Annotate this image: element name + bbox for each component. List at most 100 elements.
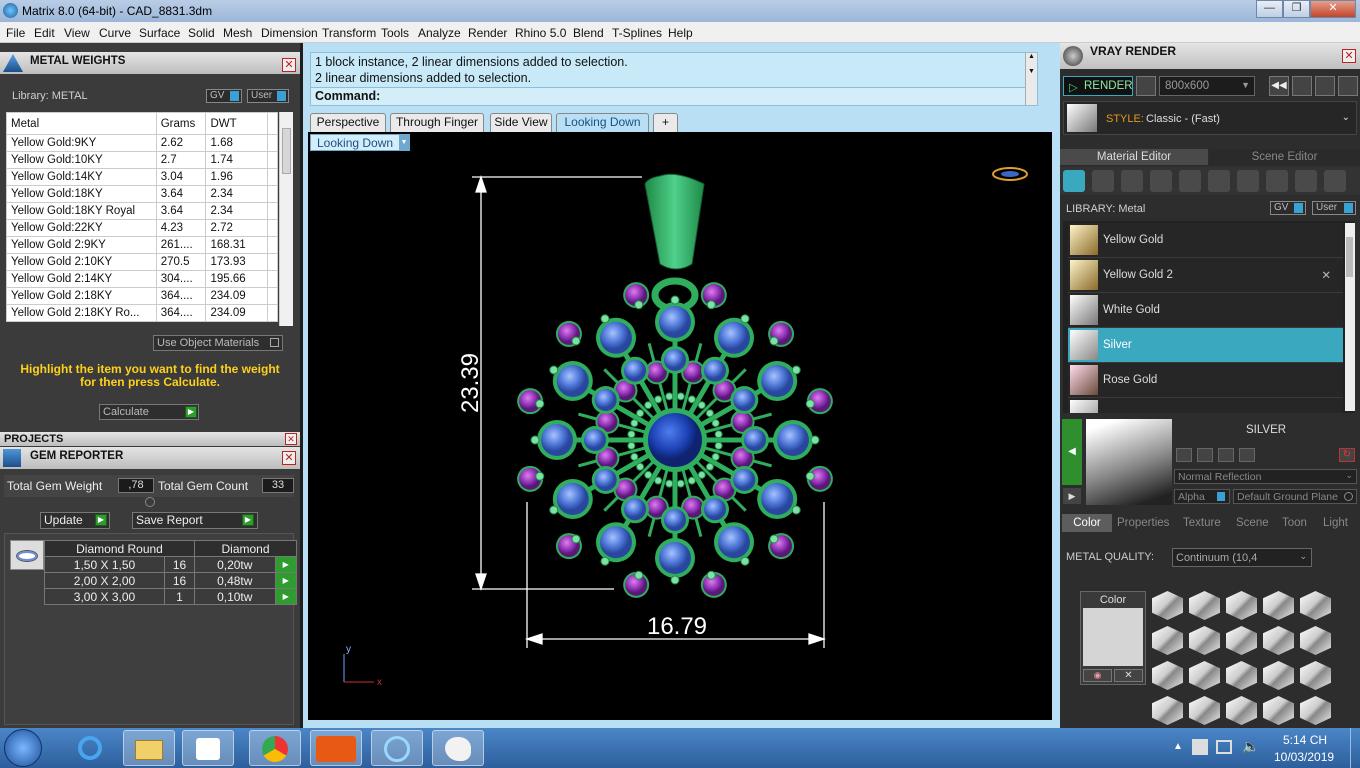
texture-icon[interactable] — [1237, 170, 1259, 192]
table-row[interactable]: Yellow Gold:14KY 3.04 1.96 — [6, 168, 278, 186]
tab-color[interactable]: Color — [1062, 514, 1112, 532]
material-silver[interactable]: Silver — [1068, 328, 1343, 363]
gem-row[interactable]: 1,50 X 1,50 16 0,20tw ▶ — [44, 556, 298, 573]
finish-swatch[interactable] — [1152, 661, 1183, 690]
tab-toon[interactable]: Toon — [1282, 514, 1307, 532]
rewind-icon[interactable]: ◀◀ — [1269, 76, 1289, 96]
menu-render[interactable]: Render — [468, 26, 507, 40]
gem-row[interactable]: 2,00 X 2,00 16 0,48tw ▶ — [44, 572, 298, 589]
gv-toggle[interactable]: GV — [206, 89, 242, 103]
menu-transform[interactable]: Transform — [322, 26, 376, 40]
collapse-preview-button[interactable]: ◀ — [1062, 419, 1082, 485]
tab-texture[interactable]: Texture — [1183, 514, 1221, 532]
finish-swatch[interactable] — [1300, 661, 1331, 690]
color-swatch[interactable] — [1083, 608, 1143, 666]
matrix-icon[interactable] — [371, 730, 423, 766]
style-select[interactable]: STYLE: Classic - (Fast) ⌄ — [1063, 101, 1357, 135]
material-yellow-gold[interactable]: Yellow Gold — [1068, 223, 1343, 258]
finish-swatch[interactable] — [1226, 591, 1257, 620]
gem-row-arrow-icon[interactable]: ▶ — [274, 556, 298, 573]
gem-icon[interactable] — [1092, 170, 1114, 192]
tab-side-view[interactable]: Side View — [490, 113, 552, 132]
table-row[interactable]: Yellow Gold:22KY 4.23 2.72 — [6, 219, 278, 237]
minimize-button[interactable]: — — [1256, 0, 1283, 18]
ie-icon[interactable] — [64, 730, 116, 766]
tenda-icon[interactable] — [310, 730, 362, 766]
material-rose-gold[interactable]: Rose Gold — [1068, 363, 1343, 398]
chrome-icon[interactable] — [249, 730, 301, 766]
clock-date[interactable]: 10/03/2019 — [1274, 750, 1334, 764]
calculate-button[interactable]: Calculate — [99, 404, 199, 420]
material-white-gold[interactable]: White Gold — [1068, 293, 1343, 328]
close-projects-icon[interactable]: ✕ — [285, 433, 297, 445]
col-metal[interactable]: Metal — [6, 112, 157, 135]
finish-swatch[interactable] — [1263, 591, 1294, 620]
close-button[interactable]: ✕ — [1310, 0, 1356, 18]
material-list-scrollbar[interactable] — [1345, 223, 1355, 411]
grid-icon[interactable] — [1338, 76, 1358, 96]
frame-buffer-icon[interactable] — [1292, 76, 1312, 96]
update-arrow-icon[interactable]: ▶ — [95, 514, 107, 526]
metal-weights-scrollbar[interactable] — [279, 112, 293, 326]
finish-swatch[interactable] — [1263, 696, 1294, 725]
flag-icon[interactable] — [1192, 739, 1208, 755]
splitter-handle[interactable] — [145, 497, 155, 507]
gem-row[interactable]: 3,00 X 3,00 1 0,10tw ▶ — [44, 588, 298, 605]
menu-dimension[interactable]: Dimension — [261, 26, 318, 40]
sphere-icon[interactable] — [1121, 170, 1143, 192]
finish-swatch[interactable] — [1189, 591, 1220, 620]
col-grams[interactable]: Grams — [155, 112, 207, 135]
col-dwt[interactable]: DWT — [205, 112, 269, 135]
save-material-icon[interactable] — [1176, 448, 1192, 462]
explorer-icon[interactable] — [123, 730, 175, 766]
tray-expand-icon[interactable]: ▲ — [1173, 741, 1183, 752]
menu-solid[interactable]: Solid — [188, 26, 215, 40]
finish-swatch[interactable] — [1300, 591, 1331, 620]
finish-swatch[interactable] — [1226, 696, 1257, 725]
menu-tsplines[interactable]: T-Splines — [612, 26, 662, 40]
start-button[interactable] — [4, 729, 42, 767]
maximize-button[interactable]: ❐ — [1283, 0, 1310, 18]
import-material-icon[interactable] — [1218, 448, 1234, 462]
table-row[interactable]: Yellow Gold 2:14KY 304.... 195.66 — [6, 270, 278, 288]
finish-swatch[interactable] — [1152, 626, 1183, 655]
solid-color-icon[interactable] — [1150, 170, 1172, 192]
menu-view[interactable]: View — [64, 26, 90, 40]
finish-swatch[interactable] — [1189, 696, 1220, 725]
command-input[interactable]: Command: — [311, 87, 1027, 105]
menu-surface[interactable]: Surface — [139, 26, 180, 40]
render-button[interactable]: ▷ RENDER — [1063, 76, 1133, 96]
finish-swatch[interactable] — [1263, 626, 1294, 655]
checker-icon[interactable] — [1208, 170, 1230, 192]
viewport[interactable]: Looking Down ▼ 23.39 16.79 y x — [308, 132, 1052, 720]
pattern-icon[interactable] — [1179, 170, 1201, 192]
table-row[interactable]: Yellow Gold:9KY 2.62 1.68 — [6, 134, 278, 152]
upload-material-icon[interactable] — [1239, 448, 1255, 462]
hand-alt-icon[interactable] — [1295, 170, 1317, 192]
volume-icon[interactable]: 🔈 — [1242, 738, 1259, 755]
menu-analyze[interactable]: Analyze — [418, 26, 461, 40]
menu-mesh[interactable]: Mesh — [223, 26, 252, 40]
finish-swatch[interactable] — [1152, 591, 1183, 620]
export-material-icon[interactable] — [1197, 448, 1213, 462]
render-settings-icon[interactable] — [1136, 76, 1156, 96]
table-row[interactable]: Yellow Gold:10KY 2.7 1.74 — [6, 151, 278, 169]
resolution-select[interactable]: 800x600 ▼ — [1159, 76, 1255, 96]
media-player-icon[interactable] — [182, 730, 234, 766]
finish-swatch[interactable] — [1189, 661, 1220, 690]
finish-swatch[interactable] — [1226, 661, 1257, 690]
table-row[interactable]: Yellow Gold 2:18KY Ro... 364.... 234.09 — [6, 304, 278, 322]
use-object-materials-checkbox[interactable]: Use Object Materials — [153, 335, 283, 351]
tab-through-finger[interactable]: Through Finger — [390, 113, 484, 132]
finish-swatch[interactable] — [1300, 696, 1331, 725]
table-row[interactable]: Yellow Gold:18KY Royal 3.64 2.34 — [6, 202, 278, 220]
menu-edit[interactable]: Edit — [34, 26, 55, 40]
table-row[interactable]: Yellow Gold 2:9KY 261.... 168.31 — [6, 236, 278, 254]
finish-swatch[interactable] — [1300, 626, 1331, 655]
show-desktop-button[interactable] — [1350, 728, 1360, 768]
tab-perspective[interactable]: Perspective — [310, 113, 386, 132]
menu-tools[interactable]: Tools — [381, 26, 409, 40]
table-row[interactable]: Yellow Gold 2:10KY 270.5 173.93 — [6, 253, 278, 271]
reflection-select[interactable]: Normal Reflection ⌄ — [1174, 469, 1357, 484]
gem-row-arrow-icon[interactable]: ▶ — [274, 572, 298, 589]
